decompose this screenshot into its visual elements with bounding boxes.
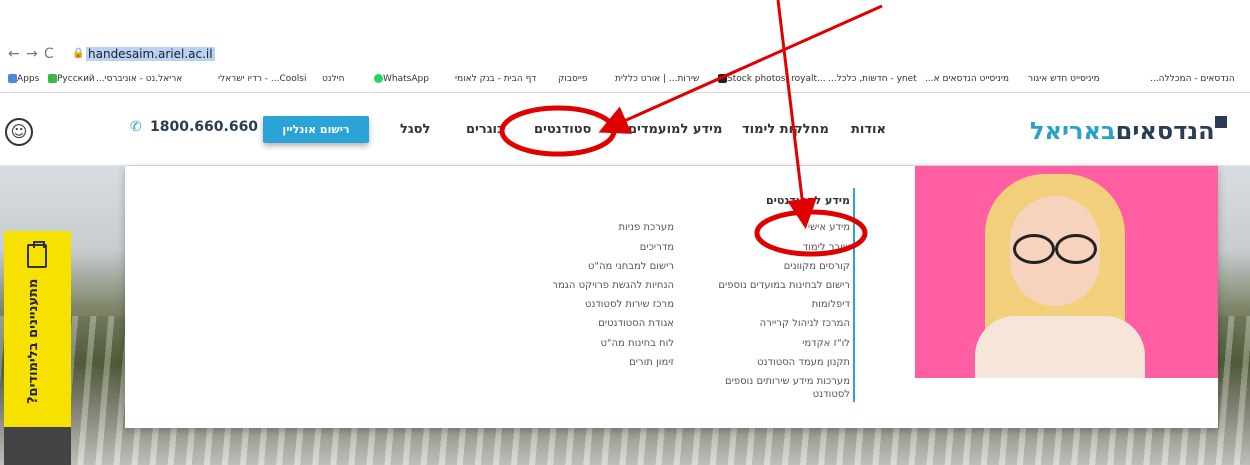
bookmark-item[interactable]: דף הבית - בנק לאומי <box>455 74 536 84</box>
bookmarks-bar: Apps Русский אריאל.נט - אוניברסי... Cool… <box>0 70 1250 93</box>
bookmark-item[interactable]: חילנט <box>322 74 344 84</box>
side-tab-footer <box>4 427 71 465</box>
url-text[interactable]: handesaim.ariel.ac.il <box>86 47 215 61</box>
menu-item[interactable]: רישום לבחינות במועדים נוספים <box>718 280 850 291</box>
bookmark-item[interactable]: מיניסייט חדש איגור <box>1028 74 1100 84</box>
bookmark-item[interactable]: WhatsApp <box>372 74 429 84</box>
interest-side-tab[interactable]: מתעניינים בלימודים? <box>4 231 71 427</box>
online-registration-button[interactable]: רישום אונליין <box>263 116 369 143</box>
annotation-area <box>0 0 1250 40</box>
menu-item-personal-info[interactable]: מידע אישי <box>808 222 850 233</box>
menu-item-continued[interactable]: לסטודנט <box>813 389 850 400</box>
nav-staff[interactable]: לסגל <box>400 122 430 137</box>
side-tab-label: מתעניינים בלימודים? <box>26 278 41 404</box>
menu-heading: מידע לסטודנטים <box>765 194 850 207</box>
nav-candidates[interactable]: מידע למועמדים <box>628 122 722 137</box>
bookmark-item[interactable]: ynet - חדשות, כלכל... <box>828 74 917 84</box>
nav-students[interactable]: סטודנטים <box>534 122 591 137</box>
back-arrow-icon[interactable]: ← <box>8 46 20 62</box>
menu-item[interactable]: לו"ז אקדמי <box>802 338 850 349</box>
phone-icon: ✆ <box>130 119 142 135</box>
bookmark-item[interactable]: Stock photos, royalt... <box>716 74 826 84</box>
bookmark-item[interactable]: אריאל.נט - אוניברסי... <box>96 74 182 84</box>
menu-item[interactable]: דיפלומות <box>812 299 850 310</box>
menu-item[interactable]: זימון תורים <box>629 357 674 368</box>
accessibility-icon[interactable]: ☺ <box>5 118 33 146</box>
menu-item[interactable]: המרכז לניהול קריירה <box>760 318 850 329</box>
menu-item[interactable]: אגודת הסטודנטים <box>598 318 674 329</box>
address-bar[interactable] <box>62 45 1182 65</box>
bookmark-item[interactable]: מיניסייט הנדסאים א... <box>925 74 1009 84</box>
nav-graduates[interactable]: בוגרים <box>466 122 505 137</box>
bookmark-item[interactable]: פייסבוק <box>558 74 588 84</box>
nav-about[interactable]: אודות <box>851 122 886 137</box>
menu-item[interactable]: מערכות מידע שירותים נוספים <box>725 376 850 387</box>
menu-item[interactable]: שובר לימוד <box>803 242 850 253</box>
lock-icon: 🔒 <box>72 48 85 59</box>
menu-item[interactable]: רישום למבחני מה"ט <box>588 261 674 272</box>
logo-mark <box>1215 116 1227 128</box>
nav-departments[interactable]: מחלקות לימוד <box>742 122 829 137</box>
menu-item[interactable]: מדריכים <box>640 242 674 253</box>
menu-item[interactable]: תקנון מעמד הסטודנט <box>757 357 850 368</box>
bookmark-item[interactable]: שירות... | אורט כללית <box>615 74 699 84</box>
menu-item[interactable]: קורסים מקוונים <box>784 261 850 272</box>
bookmark-item[interactable]: הנדסאים - המכללה... <box>1150 74 1235 84</box>
reload-icon[interactable]: C <box>44 46 54 62</box>
menu-item[interactable]: מרכז שירות לסטודנט <box>585 299 674 310</box>
menu-divider <box>853 188 855 402</box>
forward-arrow-icon[interactable]: → <box>26 46 38 62</box>
menu-item[interactable]: לוח בחינות מה"ט <box>600 338 674 349</box>
bookmark-item[interactable]: Coolsi... - רדיו ישראלי <box>218 74 306 84</box>
bookmark-item[interactable]: Apps <box>6 74 39 84</box>
menu-item[interactable]: מערכת פניות <box>618 222 674 233</box>
menu-item[interactable]: הנחיות להגשת פרויקט הגמר <box>552 280 674 291</box>
bookmark-item[interactable]: Русский <box>46 74 95 84</box>
site-logo[interactable]: הנדסאיםבאריאל <box>1030 117 1215 145</box>
clipboard-icon <box>27 241 47 268</box>
student-photo <box>915 166 1218 378</box>
phone-number[interactable]: 1800.660.660 <box>150 119 258 135</box>
